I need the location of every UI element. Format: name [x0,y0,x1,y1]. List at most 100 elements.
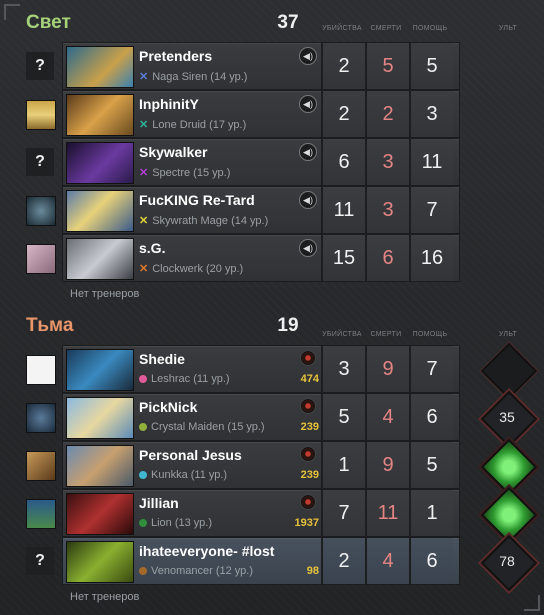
player-row[interactable]: Shedie Leshrac (11 ур.) 474 3 9 7 [62,345,460,393]
player-name: Skywalker [139,144,208,160]
hero-label: ✕ Clockwerk (20 ур.) [139,262,244,276]
player-avatar[interactable] [26,499,56,529]
kills-value: 3 [321,346,365,392]
deaths-value: 5 [365,43,409,89]
voice-icon[interactable]: ◀) [299,47,317,65]
player-avatar[interactable] [26,355,56,385]
assists-value: 6 [409,394,453,440]
assists-column-header: ПОМОЩЬ [412,25,448,32]
gold-value: 474 [300,373,319,385]
hero-name-level: Venomancer (12 ур.) [151,565,253,577]
hero-attribute-icon: ✕ [139,263,149,275]
ult-column-header: УЛЬТ [498,25,518,32]
kills-value: 2 [321,538,365,584]
hero-portrait [66,445,134,487]
voice-icon[interactable]: ◀) [299,143,317,161]
player-avatar[interactable] [26,244,56,274]
kills-value: 1 [321,442,365,488]
kills-column-header: УБИЙСТВА [322,25,362,32]
player-row[interactable]: InphinitY ✕ Lone Druid (17 ур.) ◀) 2 2 3 [62,90,460,138]
kills-column-header: УБИЙСТВА [322,331,362,338]
hero-name-level: Clockwerk (20 ур.) [152,262,244,275]
status-indicator-icon [300,398,316,414]
hero-attribute-icon [139,423,147,431]
dire-team-title: Тьма [26,315,74,336]
hero-name-level: Lion (13 ур.) [151,517,213,529]
voice-icon[interactable]: ◀) [299,95,317,113]
player-avatar[interactable] [26,403,56,433]
assists-value: 1 [409,490,453,536]
hero-label: ✕ Skywrath Mage (14 ур.) [139,214,269,228]
deaths-column-header: СМЕРТИ [370,331,402,338]
hero-name-level: Spectre (15 ур.) [152,166,231,179]
player-avatar[interactable] [26,196,56,226]
hero-label: ✕ Naga Siren (14 ур.) [139,70,248,84]
hero-attribute-icon [139,471,147,479]
ultimate-cooldown-value: 78 [499,553,515,569]
player-row[interactable]: FucKING Re-Tard ✕ Skywrath Mage (14 ур.) … [62,186,460,234]
player-row[interactable]: Pretenders ✕ Naga Siren (14 ур.) ◀) 2 5 5 [62,42,460,90]
kills-value: 11 [321,187,365,233]
hero-portrait [66,349,134,391]
player-avatar[interactable]: ? [26,52,54,80]
player-row[interactable]: Jillian Lion (13 ур.) 1937 7 11 1 [62,489,460,537]
assists-value: 5 [409,442,453,488]
assists-value: 7 [409,187,453,233]
hero-attribute-icon: ✕ [139,215,149,227]
radiant-coaches-text: Нет тренеров [70,288,140,300]
player-name: InphinitY [139,96,199,112]
hero-portrait [66,190,134,232]
kills-value: 15 [321,235,365,281]
kills-value: 7 [321,490,365,536]
hero-label: Venomancer (12 ур.) [139,565,253,577]
player-row-self[interactable]: ihateeveryone- #lost Venomancer (12 ур.)… [62,537,460,585]
assists-value: 7 [409,346,453,392]
player-avatar[interactable] [26,100,56,130]
deaths-value: 11 [365,490,409,536]
hero-portrait [66,142,134,184]
hero-attribute-icon [139,375,147,383]
player-name: ihateeveryone- #lost [139,543,275,559]
assists-value: 3 [409,91,453,137]
hero-portrait [66,541,134,583]
hero-name-level: Naga Siren (14 ур.) [152,70,248,83]
hero-portrait [66,94,134,136]
player-row[interactable]: s.G. ✕ Clockwerk (20 ур.) ◀) 15 6 16 [62,234,460,282]
ult-column-header: УЛЬТ [498,331,518,338]
dire-coaches-text: Нет тренеров [70,591,140,603]
hero-name-level: Leshrac (11 ур.) [151,373,230,385]
player-row[interactable]: PickNick Crystal Maiden (15 ур.) 239 5 4… [62,393,460,441]
hero-attribute-icon: ✕ [139,71,149,83]
frame-corner [4,4,20,20]
assists-value: 6 [409,538,453,584]
hero-label: ✕ Lone Druid (17 ур.) [139,118,247,132]
player-avatar[interactable] [26,451,56,481]
kills-value: 2 [321,91,365,137]
player-name: s.G. [139,240,166,256]
gold-value: 98 [306,565,319,577]
radiant-team-title: Свет [26,12,71,33]
voice-icon[interactable]: ◀) [299,191,317,209]
hero-name-level: Skywrath Mage (14 ур.) [152,214,269,227]
hero-name-level: Lone Druid (17 ур.) [152,118,247,131]
frame-corner [524,595,540,611]
deaths-value: 9 [365,442,409,488]
player-row[interactable]: Skywalker ✕ Spectre (15 ур.) ◀) 6 3 11 [62,138,460,186]
player-name: FucKING Re-Tard [139,192,255,208]
player-avatar[interactable]: ? [26,148,54,176]
deaths-value: 6 [365,235,409,281]
deaths-value: 3 [365,187,409,233]
player-avatar[interactable]: ? [26,547,54,575]
hero-portrait [66,46,134,88]
voice-icon[interactable]: ◀) [299,239,317,257]
ultimate-cooldown-value: 35 [499,409,515,425]
player-row[interactable]: Personal Jesus Kunkka (11 ур.) 239 1 9 5 [62,441,460,489]
gold-value: 239 [300,469,319,481]
player-name: PickNick [139,399,198,415]
hero-label: Leshrac (11 ур.) [139,373,230,385]
deaths-value: 4 [365,394,409,440]
assists-value: 11 [409,139,453,185]
player-name: Pretenders [139,48,213,64]
deaths-value: 9 [365,346,409,392]
hero-attribute-icon [139,519,147,527]
